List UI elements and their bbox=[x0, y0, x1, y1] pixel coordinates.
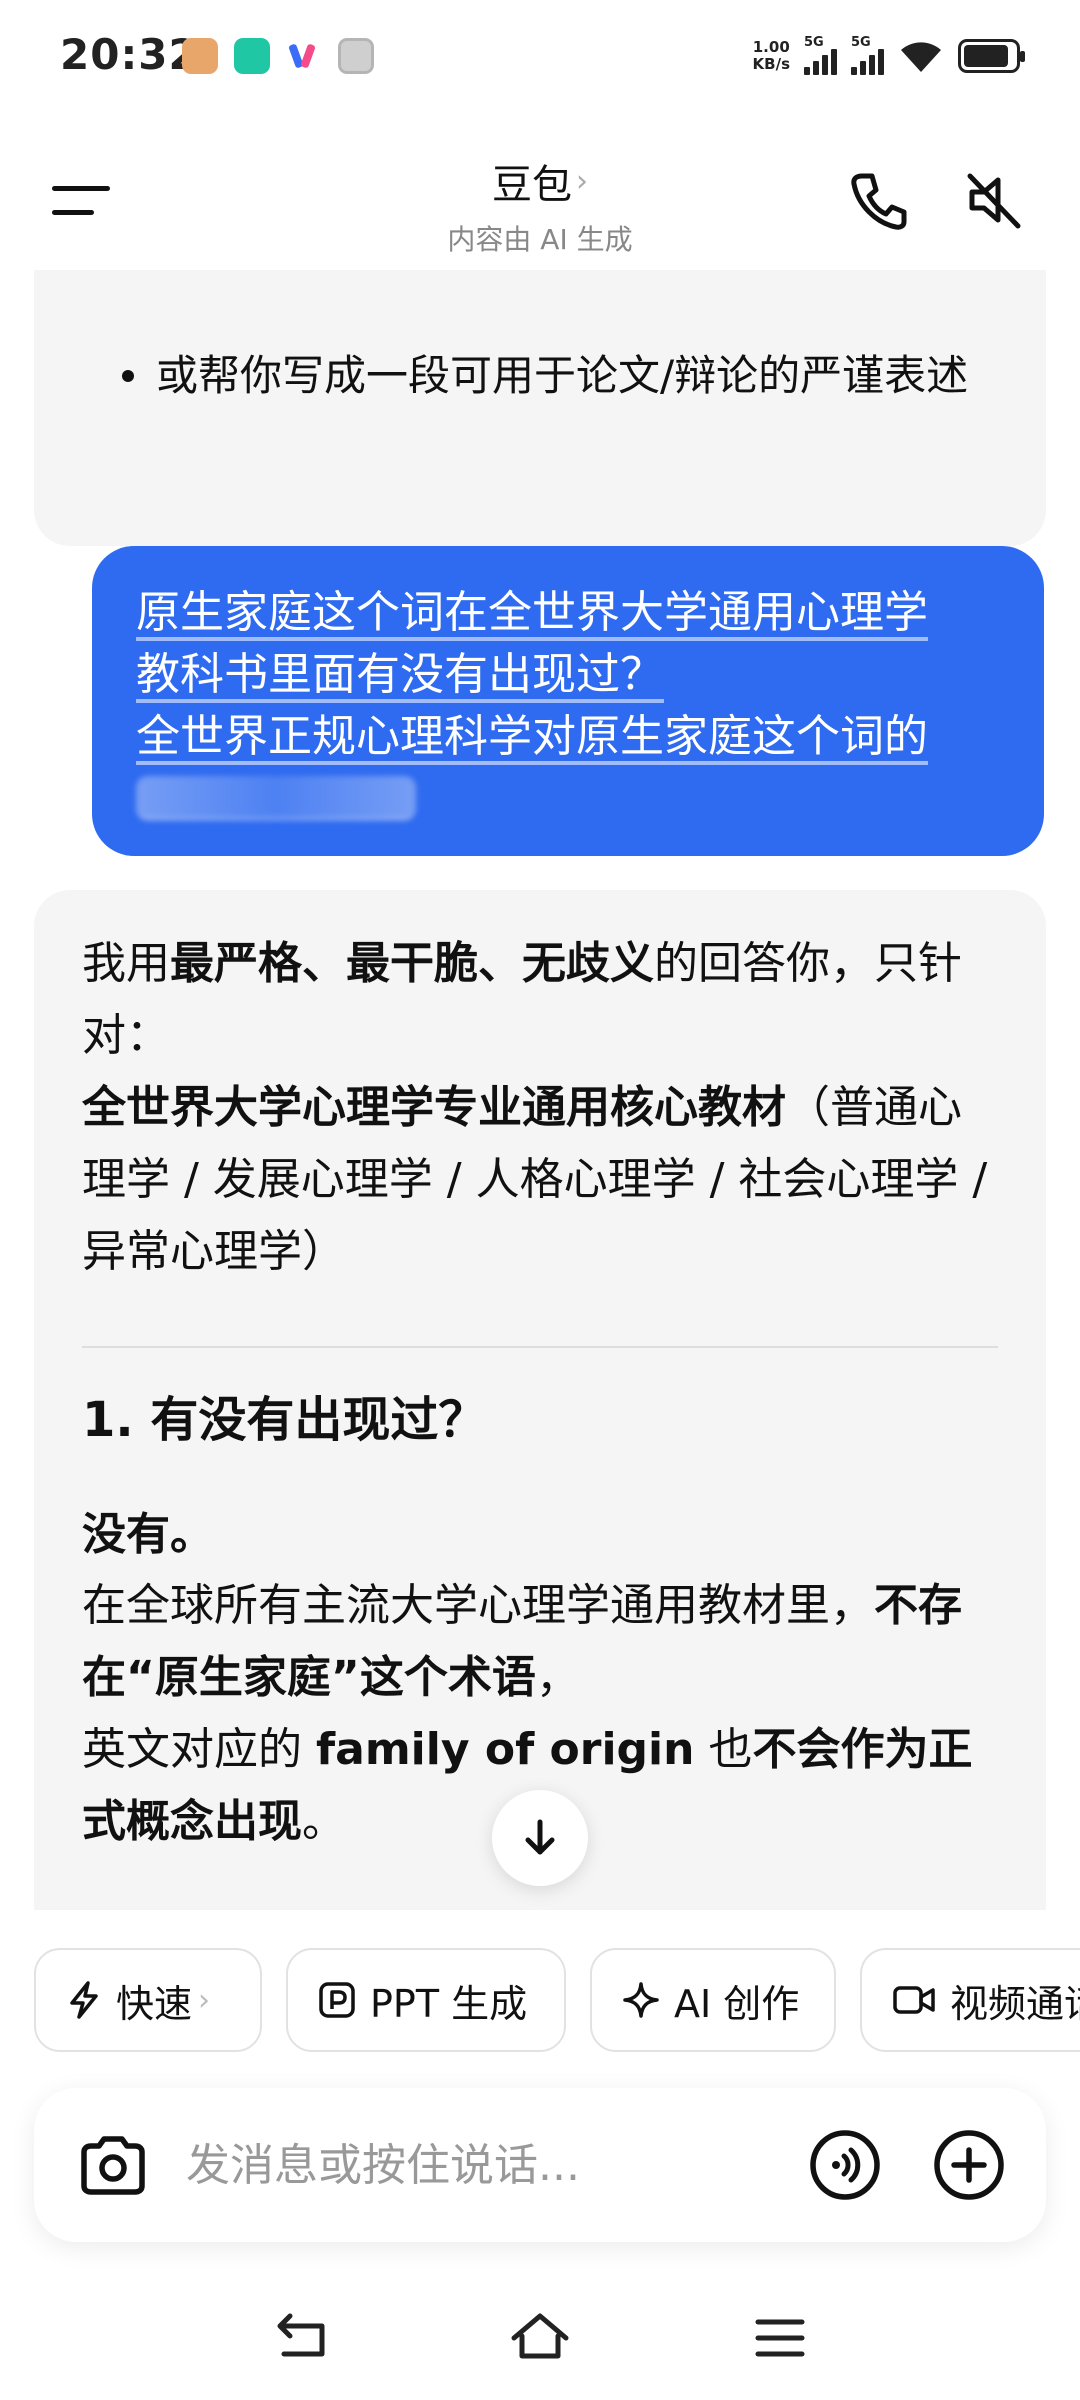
status-bar: 20:32 1.00 KB/s 5G 5G bbox=[0, 0, 1080, 110]
scroll-to-bottom-button[interactable] bbox=[492, 1790, 588, 1886]
mute-icon[interactable] bbox=[962, 168, 1026, 232]
quick-action-video-call[interactable]: 视频通话 bbox=[860, 1948, 1080, 2052]
list-item: 或帮你写成一段可用于论文/辩论的严谨表述 bbox=[88, 340, 1048, 412]
user-message[interactable]: 原生家庭这个词在全世界大学通用心理学 教科书里面有没有出现过？ 全世界正规心理科… bbox=[92, 546, 1044, 856]
camera-icon[interactable] bbox=[74, 2126, 152, 2204]
battery-icon bbox=[958, 38, 1025, 73]
phone-icon[interactable] bbox=[846, 168, 910, 232]
system-icons: 1.00 KB/s 5G 5G bbox=[752, 36, 1025, 75]
lightning-icon bbox=[70, 1981, 98, 2019]
bot-title[interactable]: 豆包 › bbox=[492, 152, 588, 210]
quick-action-ai-create[interactable]: AI 创作 bbox=[590, 1948, 836, 2052]
answer-heading: 没有。 bbox=[82, 1509, 214, 1560]
recents-icon[interactable] bbox=[748, 2308, 812, 2368]
chat-messages[interactable]: 或帮你写成一段可用于论文/辩论的严谨表述 原生家庭这个词在全世界大学通用心理学 … bbox=[0, 270, 1080, 1910]
section-heading: 1. 有没有出现过？ bbox=[82, 1392, 487, 1448]
message-composer bbox=[34, 2088, 1046, 2242]
signal-icon: 5G bbox=[851, 36, 884, 75]
quick-action-fast[interactable]: 快速 › bbox=[34, 1948, 262, 2052]
ai-generated-notice: 内容由 AI 生成 bbox=[447, 223, 633, 256]
app-notification-icon bbox=[182, 38, 218, 74]
plus-icon[interactable] bbox=[932, 2128, 1006, 2202]
reply-paragraph: 我用最严格、最干脆、无歧义的回答你，只针对： bbox=[82, 938, 962, 1061]
blurred-text bbox=[136, 776, 416, 820]
previous-ai-message: 或帮你写成一段可用于论文/辩论的严谨表述 bbox=[34, 270, 1046, 546]
chevron-right-icon: › bbox=[198, 1982, 211, 2018]
signal-icon: 5G bbox=[804, 36, 837, 75]
ppt-icon bbox=[319, 1982, 355, 2018]
ai-message: 我用最严格、最干脆、无歧义的回答你，只针对： 全世界大学心理学专业通用核心教材（… bbox=[34, 890, 1046, 1910]
menu-icon[interactable] bbox=[52, 180, 112, 220]
settings-notification-icon bbox=[338, 38, 374, 74]
app-notification-icon bbox=[286, 38, 322, 74]
reply-paragraph: 在全球所有主流大学心理学通用教材里，不存在“原生家庭”这个术语， bbox=[82, 1580, 962, 1703]
title-area: 豆包 › 内容由 AI 生成 bbox=[340, 152, 740, 258]
sparkle-icon bbox=[623, 1982, 659, 2018]
system-navbar bbox=[0, 2290, 1080, 2380]
arrow-down-icon bbox=[525, 1819, 555, 1855]
chat-header: 豆包 › 内容由 AI 生成 bbox=[0, 130, 1080, 270]
divider bbox=[82, 1346, 998, 1348]
chevron-right-icon: › bbox=[576, 163, 588, 199]
notification-icons bbox=[182, 38, 374, 74]
bullet-icon bbox=[122, 370, 134, 382]
reply-paragraph: 全世界大学心理学专业通用核心教材（普通心理学 / 发展心理学 / 人格心理学 /… bbox=[82, 1082, 988, 1277]
wifi-icon bbox=[898, 38, 944, 74]
video-icon bbox=[893, 1986, 935, 2014]
app-notification-icon bbox=[234, 38, 270, 74]
quick-action-ppt[interactable]: PPT 生成 bbox=[286, 1948, 566, 2052]
home-icon[interactable] bbox=[508, 2308, 572, 2368]
back-icon[interactable] bbox=[270, 2308, 334, 2368]
status-time: 20:32 bbox=[60, 30, 199, 79]
quick-actions-bar[interactable]: 快速 › PPT 生成 AI 创作 视频通话 bbox=[0, 1948, 1080, 2052]
network-speed: 1.00 KB/s bbox=[752, 37, 790, 73]
voice-icon[interactable] bbox=[808, 2128, 882, 2202]
message-input[interactable] bbox=[186, 2126, 786, 2204]
